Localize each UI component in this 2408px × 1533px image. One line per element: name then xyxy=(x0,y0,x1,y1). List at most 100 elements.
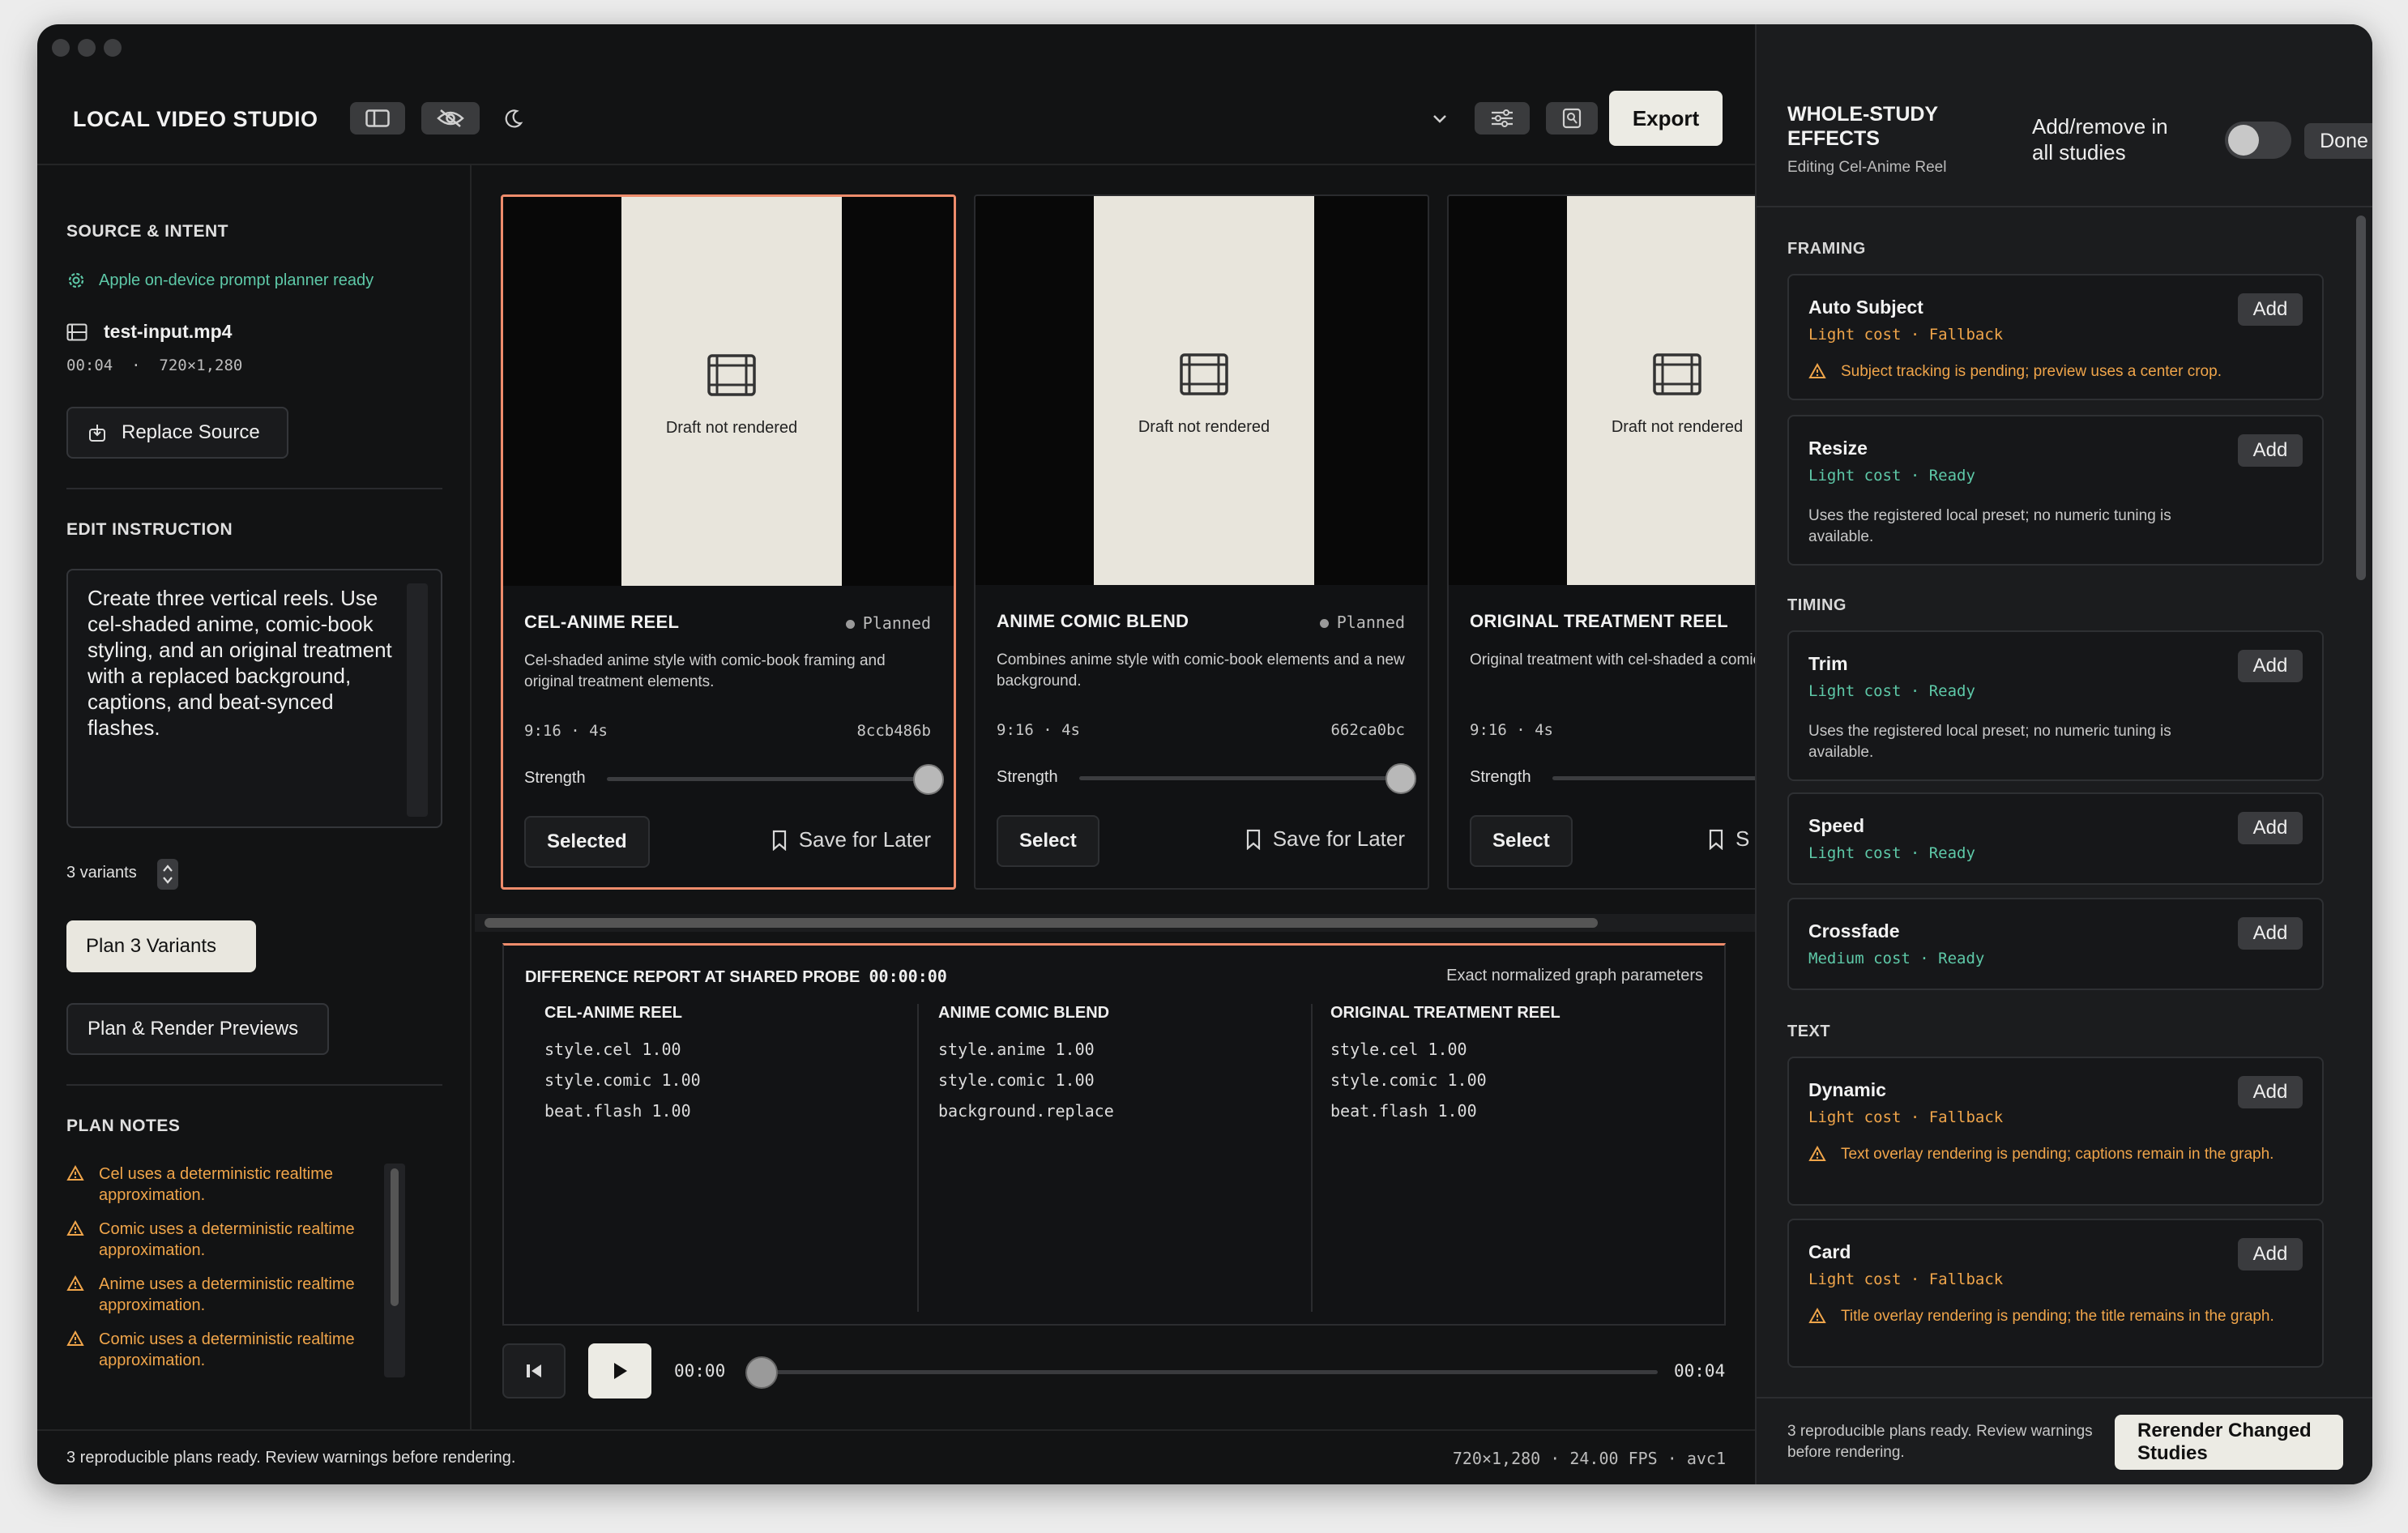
param: background.replace xyxy=(938,1101,1114,1121)
cards-scroll-thumb[interactable] xyxy=(485,918,1598,928)
warning-icon xyxy=(1808,1145,1826,1168)
strength-slider-knob[interactable] xyxy=(913,764,944,795)
rerender-button[interactable]: Rerender Changed Studies xyxy=(2115,1415,2343,1470)
gear-icon xyxy=(68,272,84,288)
all-studies-label: Add/remove in all studies xyxy=(2032,114,2168,164)
effect-warning: Subject tracking is pending; preview use… xyxy=(1808,361,2295,382)
plan-note-text: Comic uses a deterministic realtime appr… xyxy=(99,1330,355,1369)
strength-slider[interactable] xyxy=(607,777,931,781)
film-icon xyxy=(1180,353,1228,395)
card-meta: 9:16 · 4s xyxy=(1470,721,1553,739)
replace-source-button[interactable]: Replace Source xyxy=(66,407,288,459)
add-crossfade-button[interactable]: Add xyxy=(2238,917,2303,950)
card-meta: 9:16 · 4s xyxy=(524,722,608,740)
skip-to-start-button[interactable] xyxy=(502,1343,566,1398)
effects-subtitle: Editing Cel-Anime Reel xyxy=(1787,159,1947,176)
plan-note: Comic uses a deterministic realtime appr… xyxy=(66,1329,374,1371)
select-button[interactable]: Select xyxy=(1470,815,1573,867)
appearance-button[interactable] xyxy=(494,102,533,135)
stepper-icon xyxy=(163,865,173,884)
instruction-scrollbar[interactable] xyxy=(407,583,428,817)
plan-variants-button[interactable]: Plan 3 Variants xyxy=(66,920,256,972)
play-button[interactable] xyxy=(588,1343,651,1398)
save-for-later-button[interactable]: S xyxy=(1708,826,1749,852)
add-dynamic-button[interactable]: Add xyxy=(2238,1076,2303,1108)
card-description: Combines anime style with comic-book ele… xyxy=(997,651,1405,690)
timeline-playhead[interactable] xyxy=(745,1356,778,1389)
difference-column: ANIME COMIC BLEND style.anime 1.00 style… xyxy=(938,1004,1327,1312)
param: beat.flash 1.00 xyxy=(1330,1101,1477,1121)
adjustments-button[interactable] xyxy=(1475,102,1530,135)
notes-scroll-thumb[interactable] xyxy=(391,1168,399,1306)
inspect-button[interactable] xyxy=(1546,102,1598,135)
play-icon xyxy=(614,1363,627,1379)
effect-card-crossfade: Crossfade Medium cost · Ready Add xyxy=(1787,898,2324,990)
save-for-later-button[interactable]: Save for Later xyxy=(771,827,931,852)
card-title: ORIGINAL TREATMENT REEL xyxy=(1470,611,1728,631)
strength-slider[interactable] xyxy=(1552,776,1755,780)
file-name: test-input.mp4 xyxy=(104,321,233,342)
all-studies-toggle[interactable] xyxy=(2225,122,2291,159)
total-time: 00:04 xyxy=(1674,1361,1726,1381)
add-trim-button[interactable]: Add xyxy=(2238,650,2303,682)
preview-thumbnail: Draft not rendered xyxy=(503,197,954,586)
media-info: 720×1,280 · 24.00 FPS · avc1 xyxy=(1452,1449,1726,1468)
sidebar-toggle-button[interactable] xyxy=(350,102,405,135)
effect-card-dynamic: Dynamic Light cost · Fallback Add Text o… xyxy=(1787,1057,2324,1206)
instruction-textarea[interactable]: Create three vertical reels. Use cel-sha… xyxy=(66,569,442,828)
warning-icon xyxy=(66,1219,84,1242)
warning-icon xyxy=(66,1164,84,1187)
save-for-later-button[interactable]: Save for Later xyxy=(1245,826,1405,852)
add-resize-button[interactable]: Add xyxy=(2238,434,2303,467)
card-status: Planned xyxy=(1320,613,1405,632)
variant-card[interactable]: Draft not rendered ANIME COMIC BLEND Pla… xyxy=(974,194,1429,890)
effects-panel: WHOLE-STUDY EFFECTS Editing Cel-Anime Re… xyxy=(1755,24,2372,1484)
variant-card[interactable]: Draft not rendered CEL-ANIME REEL Planne… xyxy=(501,194,956,890)
card-hash: 8ccb486b xyxy=(856,722,931,740)
effect-cost: Light cost · Fallback xyxy=(1808,1270,2004,1288)
source-file: test-input.mp4 xyxy=(66,321,232,343)
plan-render-button[interactable]: Plan & Render Previews xyxy=(66,1003,329,1055)
effect-description: Uses the registered local preset; no num… xyxy=(1808,723,2171,761)
notes-scrollbar[interactable] xyxy=(384,1164,405,1377)
effect-cost: Light cost · Ready xyxy=(1808,844,1975,862)
moon-icon xyxy=(505,109,523,128)
probe-time: 00:00:00 xyxy=(869,967,947,986)
app-window: LOCAL VIDEO STUDIO Export SOURCE & INTEN… xyxy=(37,24,2372,1484)
variants-count-label: 3 variants xyxy=(66,864,137,882)
plan-note: Comic uses a deterministic realtime appr… xyxy=(66,1219,374,1261)
difference-heading: DIFFERENCE REPORT AT SHARED PROBE 00:00:… xyxy=(525,967,947,987)
placeholder-text: Draft not rendered xyxy=(1138,418,1270,436)
strength-slider[interactable] xyxy=(1079,776,1403,780)
selected-button[interactable]: Selected xyxy=(524,816,650,868)
toggle-knob xyxy=(2228,125,2259,156)
cards-scrollbar[interactable] xyxy=(475,914,1755,932)
card-description: Cel-shaded anime style with comic-book f… xyxy=(524,652,886,690)
edit-instruction-heading: EDIT INSTRUCTION xyxy=(66,520,233,539)
effects-list: FRAMING Auto Subject Light cost · Fallba… xyxy=(1757,209,2372,1397)
done-button[interactable]: Done xyxy=(2304,123,2372,159)
strength-slider-knob[interactable] xyxy=(1385,763,1416,794)
difference-note: Exact normalized graph parameters xyxy=(1446,967,1703,984)
effect-name: Speed xyxy=(1808,815,1865,836)
select-button[interactable]: Select xyxy=(997,815,1099,867)
effect-card-resize: Resize Light cost · Ready Add Uses the r… xyxy=(1787,415,2324,566)
add-speed-button[interactable]: Add xyxy=(2238,812,2303,844)
timing-heading: TIMING xyxy=(1787,596,1847,614)
export-button[interactable]: Export xyxy=(1609,91,1723,146)
variants-stepper[interactable] xyxy=(157,859,178,890)
add-card-button[interactable]: Add xyxy=(2238,1238,2303,1270)
effect-cost: Light cost · Fallback xyxy=(1808,1108,2004,1126)
effect-warning: Text overlay rendering is pending; capti… xyxy=(1808,1144,2295,1165)
card-description: Original treatment with cel-shaded a com… xyxy=(1470,651,1755,668)
warning-icon xyxy=(1808,362,1826,386)
toolbar: LOCAL VIDEO STUDIO Export xyxy=(37,24,1755,165)
effects-scrollbar[interactable] xyxy=(2356,216,2366,580)
hide-preview-button[interactable] xyxy=(421,102,480,135)
difference-report: DIFFERENCE REPORT AT SHARED PROBE 00:00:… xyxy=(502,943,1726,1326)
timeline-scrubber[interactable] xyxy=(750,1370,1658,1374)
menu-dropdown-button[interactable] xyxy=(1428,102,1452,135)
variant-card[interactable]: Draft not rendered ORIGINAL TREATMENT RE… xyxy=(1447,194,1755,890)
add-auto-subject-button[interactable]: Add xyxy=(2238,293,2303,326)
planner-status-text: Apple on-device prompt planner ready xyxy=(99,271,374,289)
